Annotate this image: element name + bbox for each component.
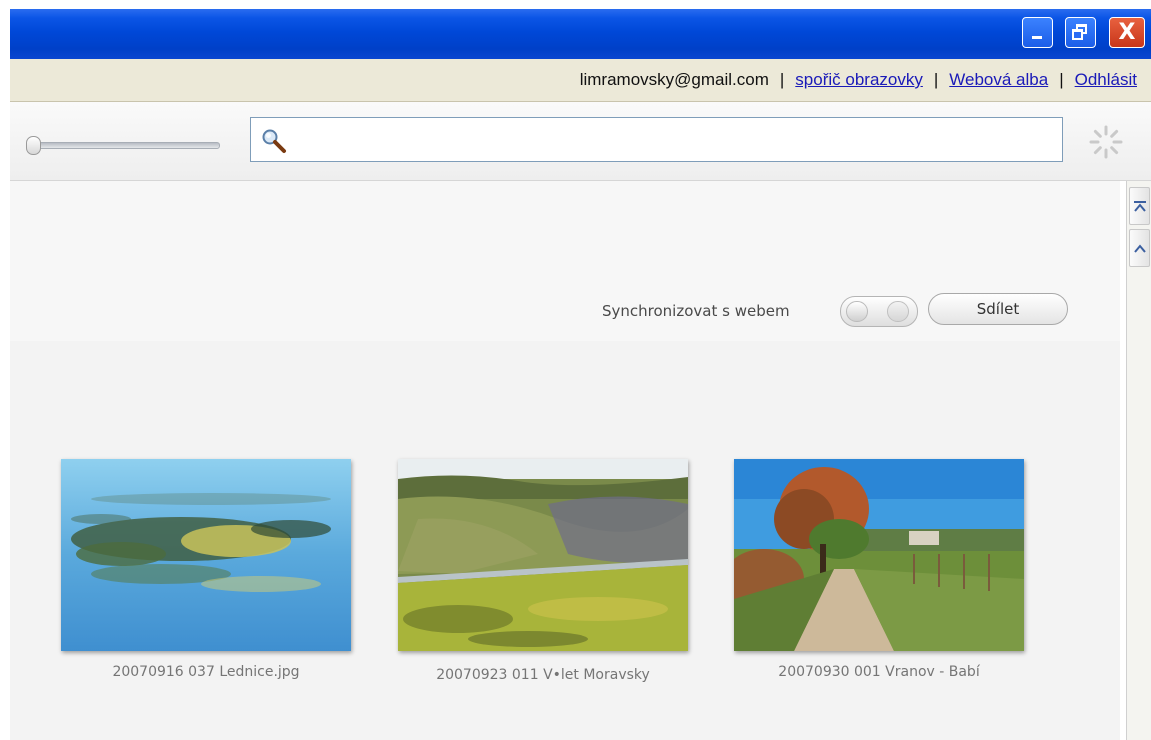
arrow-up-top-icon [1134, 201, 1146, 212]
album-view: Synchronizovat s webem Sdílet 20070916 0… [10, 181, 1120, 740]
close-button[interactable]: X [1109, 17, 1145, 48]
country-path-photo-image [734, 459, 1024, 651]
water-lilies-photo-image [61, 459, 351, 651]
toggle-knob-icon [887, 301, 909, 322]
zoom-slider-track[interactable] [28, 142, 220, 149]
photo-caption: 20070916 037 Lednice.jpg [112, 664, 300, 680]
title-bar: X [0, 0, 1151, 59]
logout-link[interactable]: Odhlásit [1075, 70, 1137, 89]
separator: | [933, 70, 939, 89]
search-input[interactable] [295, 126, 1049, 154]
country-path-photo[interactable] [734, 459, 1024, 651]
restore-button[interactable] [1065, 17, 1096, 48]
share-button[interactable]: Sdílet [928, 293, 1068, 325]
sync-toggle[interactable] [840, 296, 918, 327]
zoom-slider-thumb[interactable] [26, 136, 41, 155]
web-albums-link[interactable]: Webová alba [949, 70, 1048, 89]
screensaver-link[interactable]: spořič obrazovky [795, 70, 923, 89]
minimize-button[interactable] [1022, 17, 1053, 48]
toggle-knob-icon [846, 301, 868, 322]
album-header: Synchronizovat s webem Sdílet [10, 181, 1120, 341]
search-box[interactable] [250, 117, 1063, 162]
vertical-scrollbar[interactable] [1126, 181, 1151, 740]
scroll-top-button[interactable] [1129, 187, 1150, 225]
valley-road-photo[interactable] [398, 459, 688, 651]
loading-spinner-icon [1089, 125, 1123, 159]
account-links: limramovsky@gmail.com | spořič obrazovky | W… [580, 70, 1137, 90]
separator: | [779, 70, 785, 89]
minimize-icon [1032, 36, 1042, 39]
photo-caption: 20070923 011 V•let Moravsky [436, 667, 650, 683]
search-icon [262, 129, 286, 153]
restore-icon [1072, 29, 1083, 40]
water-lilies-photo[interactable] [61, 459, 351, 651]
valley-road-photo-image [398, 459, 688, 651]
sync-label: Synchronizovat s webem [602, 302, 790, 320]
separator: | [1059, 70, 1064, 89]
account-email: limramovsky@gmail.com [579, 70, 769, 89]
close-icon: X [1118, 20, 1136, 45]
toolbar [10, 102, 1151, 181]
account-bar: limramovsky@gmail.com | spořič obrazovky | W… [10, 59, 1151, 102]
scroll-up-button[interactable] [1129, 229, 1150, 267]
title-bar-strip[interactable] [10, 9, 1151, 59]
arrow-up-icon [1134, 244, 1146, 253]
photo-caption: 20070930 001 Vranov - Babí [778, 664, 980, 680]
